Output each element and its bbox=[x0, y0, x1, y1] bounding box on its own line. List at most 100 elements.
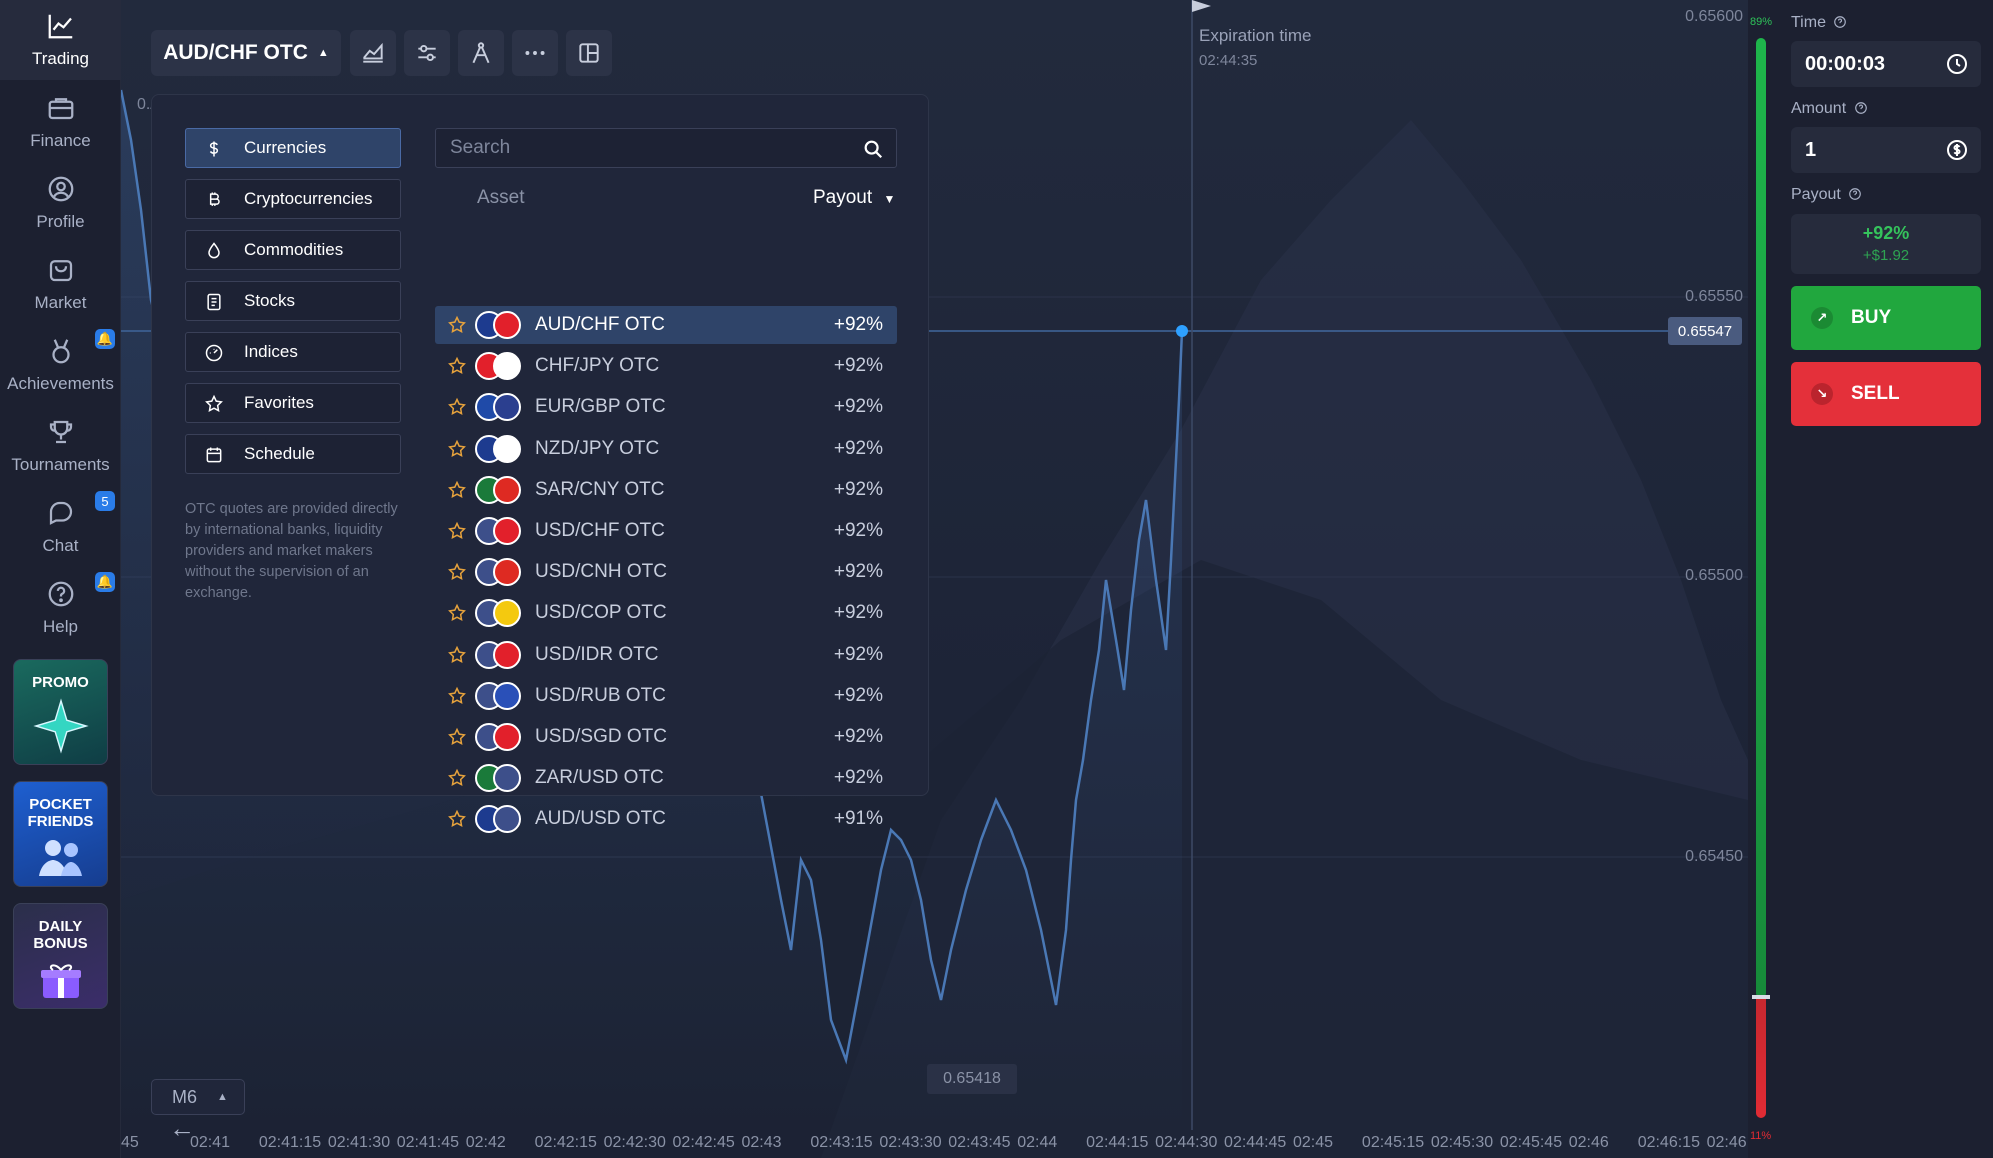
layout-button[interactable] bbox=[566, 30, 612, 76]
favorite-star-icon[interactable] bbox=[447, 727, 467, 747]
category-stocks[interactable]: Stocks bbox=[185, 281, 401, 321]
asset-row[interactable]: AUD/CHF OTC +92% bbox=[435, 306, 897, 344]
currency-flags bbox=[475, 763, 523, 793]
sidebar-item-label: Tournaments bbox=[11, 455, 110, 474]
compass-icon bbox=[472, 42, 490, 64]
currency-flags bbox=[475, 310, 523, 340]
asset-payout: +92% bbox=[833, 684, 883, 706]
medal-icon bbox=[51, 339, 70, 364]
current-price-label: 0.65547 bbox=[1668, 317, 1742, 345]
help-circle-icon[interactable] bbox=[1848, 187, 1862, 201]
collapse-arrow-icon[interactable]: ← bbox=[169, 1113, 195, 1144]
time-axis-label: 02:43:30 bbox=[879, 1134, 942, 1151]
time-field[interactable]: 00:00:03 bbox=[1791, 41, 1981, 87]
flag-icon bbox=[493, 434, 521, 463]
asset-row[interactable]: NZD/JPY OTC +92% bbox=[435, 430, 897, 468]
category-commodities[interactable]: Commodities bbox=[185, 230, 401, 270]
sidebar-item-trading[interactable]: Trading bbox=[0, 0, 121, 80]
asset-row[interactable]: CHF/JPY OTC +92% bbox=[435, 347, 897, 385]
chat-bubble-icon bbox=[49, 501, 72, 525]
time-value: 00:00:03 bbox=[1805, 52, 1886, 75]
asset-row[interactable]: USD/COP OTC +92% bbox=[435, 594, 897, 632]
search-box[interactable] bbox=[435, 128, 897, 168]
daily-bonus-card[interactable]: DAILY BONUS bbox=[13, 903, 108, 1009]
payout-sort-button[interactable]: Payout ▼ bbox=[813, 187, 895, 209]
sidebar-item-help[interactable]: Help 🔔 bbox=[0, 568, 121, 648]
asset-row[interactable]: USD/IDR OTC +92% bbox=[435, 636, 897, 674]
indicators-button[interactable] bbox=[404, 30, 450, 76]
time-axis-label: 02:45:30 bbox=[1430, 1134, 1494, 1151]
time-axis-label: 02:45 bbox=[1292, 1134, 1334, 1151]
user-circle-icon bbox=[48, 176, 73, 202]
favorite-star-icon[interactable] bbox=[447, 686, 467, 706]
asset-name: CHF/JPY OTC bbox=[535, 355, 660, 377]
amount-field[interactable]: 1 bbox=[1791, 127, 1981, 173]
asset-payout: +92% bbox=[833, 314, 883, 335]
favorite-star-icon[interactable] bbox=[447, 603, 467, 623]
sidebar-item-tournaments[interactable]: Tournaments bbox=[0, 406, 121, 486]
help-circle-icon[interactable] bbox=[1833, 15, 1847, 29]
favorite-star-icon[interactable] bbox=[447, 356, 467, 376]
asset-row[interactable]: USD/CNH OTC +92% bbox=[435, 553, 897, 591]
star-icon bbox=[205, 394, 223, 412]
buy-button[interactable]: ↗ BUY bbox=[1791, 286, 1981, 350]
sidebar-item-chat[interactable]: Chat 5 bbox=[0, 487, 121, 567]
asset-row[interactable]: SAR/CNY OTC +92% bbox=[435, 471, 897, 509]
promo-card[interactable]: PROMO bbox=[13, 659, 108, 765]
time-axis-label: 02:43 bbox=[741, 1134, 782, 1151]
time-axis-label: 02:44:30 bbox=[1155, 1134, 1218, 1151]
help-circle-icon[interactable] bbox=[1854, 101, 1868, 115]
drawing-tools-button[interactable] bbox=[458, 30, 504, 76]
favorite-star-icon[interactable] bbox=[447, 480, 467, 500]
favorite-star-icon[interactable] bbox=[447, 562, 467, 582]
search-input[interactable] bbox=[436, 129, 896, 167]
currency-flags bbox=[475, 722, 523, 752]
asset-selector-button[interactable]: AUD/CHF OTC ▲ bbox=[151, 30, 341, 76]
more-button[interactable] bbox=[512, 30, 558, 76]
favorite-star-icon[interactable] bbox=[447, 439, 467, 459]
dollar-circle-icon[interactable] bbox=[1945, 138, 1969, 162]
sidebar-item-achievements[interactable]: Achievements 🔔 bbox=[0, 325, 121, 405]
drop-icon bbox=[208, 242, 220, 259]
favorite-star-icon[interactable] bbox=[447, 315, 467, 335]
gauge-icon bbox=[205, 344, 223, 362]
time-axis-label: 02:42 bbox=[465, 1134, 506, 1151]
asset-dropdown-panel: Currencies Cryptocurrencies Commodities … bbox=[151, 94, 929, 834]
amount-label-row: Amount bbox=[1791, 100, 1868, 118]
favorite-star-icon[interactable] bbox=[447, 397, 467, 417]
category-indices[interactable]: Indices bbox=[185, 332, 401, 372]
sidebar-item-label: Chat bbox=[42, 536, 79, 555]
category-currencies[interactable]: Currencies bbox=[185, 128, 401, 168]
time-axis-label: 02:46 bbox=[1568, 1134, 1609, 1151]
asset-row[interactable]: USD/RUB OTC +92% bbox=[435, 677, 897, 715]
chart-type-button[interactable] bbox=[350, 30, 396, 76]
asset-row[interactable]: ZAR/USD OTC +92% bbox=[435, 759, 897, 797]
asset-name: USD/CHF OTC bbox=[535, 520, 665, 541]
category-cryptocurrencies[interactable]: Cryptocurrencies bbox=[185, 179, 401, 219]
pocket-friends-card[interactable]: POCKET FRIENDS bbox=[13, 781, 108, 887]
timeframe-selector[interactable]: M6 ▲ bbox=[151, 1079, 245, 1115]
asset-payout: +92% bbox=[833, 437, 883, 459]
search-icon[interactable] bbox=[862, 138, 884, 160]
flag-icon bbox=[493, 723, 521, 751]
sidebar-item-market[interactable]: Market bbox=[0, 244, 121, 324]
clock-icon[interactable] bbox=[1945, 52, 1969, 76]
asset-name: USD/RUB OTC bbox=[535, 684, 666, 706]
category-label: Commodities bbox=[244, 240, 344, 259]
asset-row[interactable]: USD/CHF OTC +92% bbox=[435, 512, 897, 550]
sell-button[interactable]: ↘ SELL bbox=[1791, 362, 1981, 426]
favorite-star-icon[interactable] bbox=[447, 645, 467, 665]
asset-row[interactable]: EUR/GBP OTC +92% bbox=[435, 388, 897, 426]
favorite-star-icon[interactable] bbox=[447, 809, 467, 829]
payout-percent: +92% bbox=[1862, 223, 1910, 243]
category-schedule[interactable]: Schedule bbox=[185, 434, 401, 474]
sidebar-item-profile[interactable]: Profile bbox=[0, 163, 121, 243]
category-favorites[interactable]: Favorites bbox=[185, 383, 401, 423]
favorite-star-icon[interactable] bbox=[447, 521, 467, 541]
favorite-star-icon[interactable] bbox=[447, 768, 467, 788]
asset-payout: +92% bbox=[833, 726, 883, 747]
asset-row[interactable]: AUD/USD OTC +91% bbox=[435, 800, 897, 838]
currency-flags bbox=[475, 681, 523, 711]
asset-row[interactable]: USD/SGD OTC +92% bbox=[435, 718, 897, 756]
sidebar-item-finance[interactable]: Finance bbox=[0, 82, 121, 162]
